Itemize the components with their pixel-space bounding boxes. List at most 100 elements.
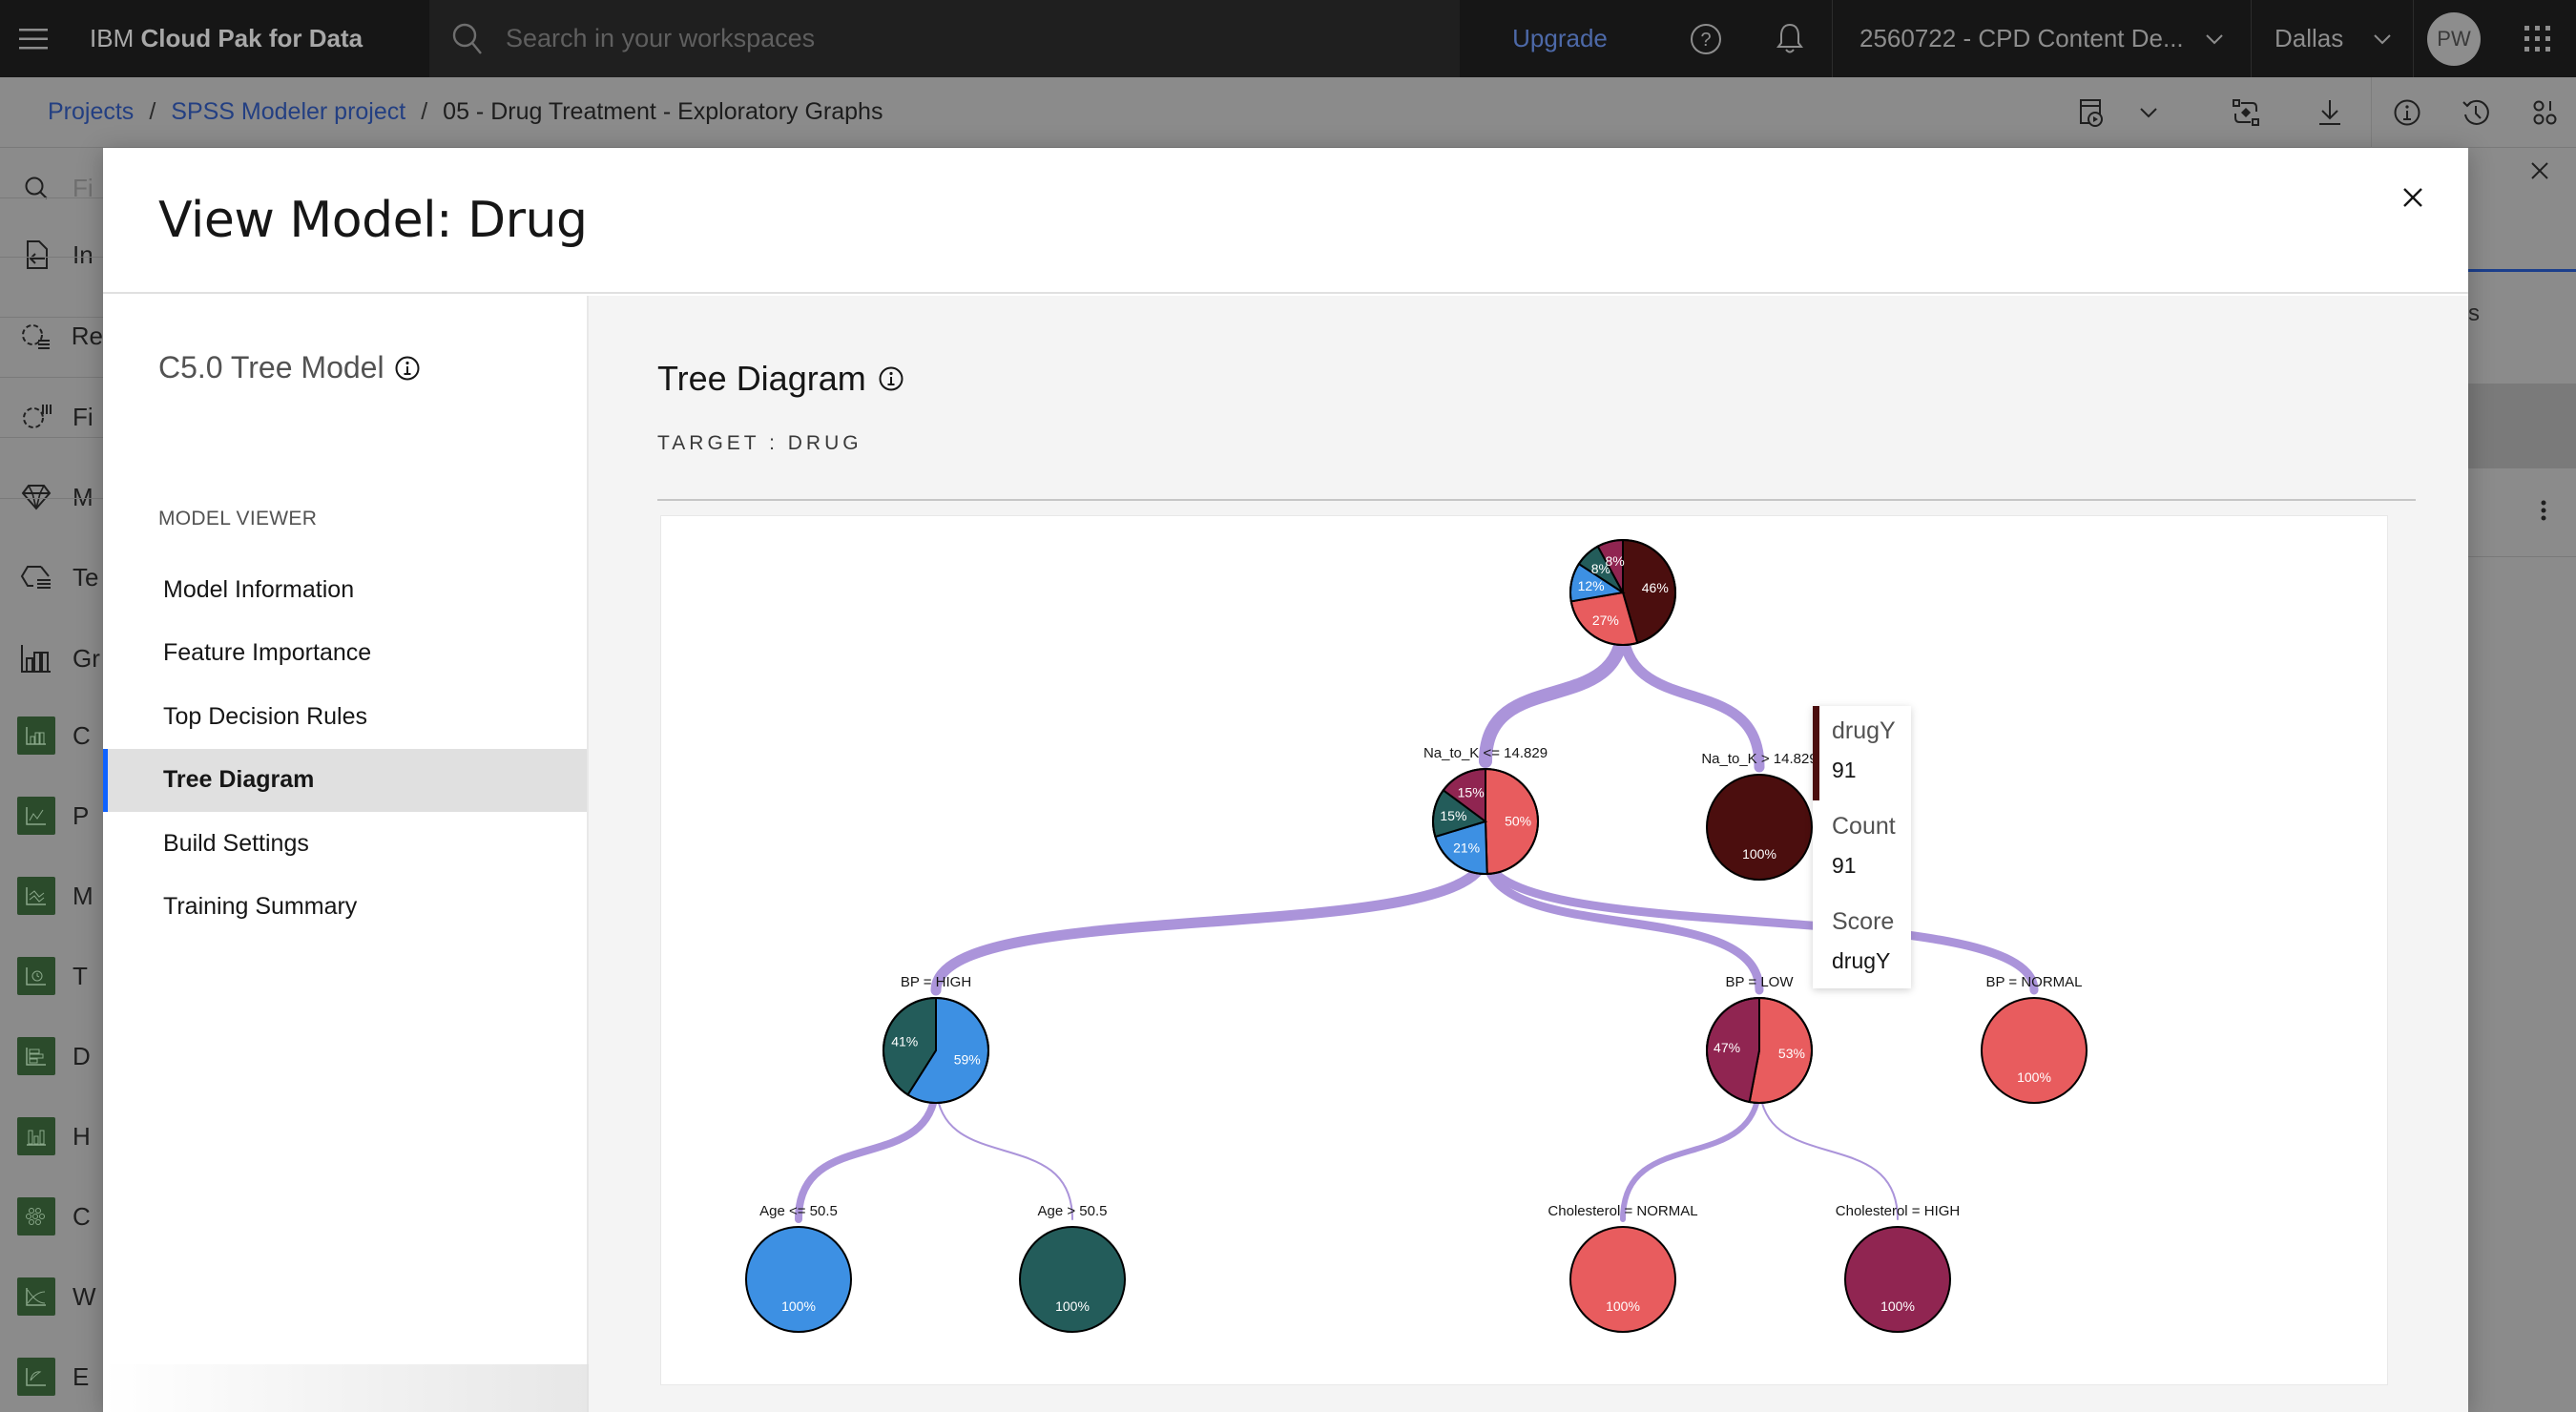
tree-edge-n6 (795, 1078, 940, 1223)
hamburger-menu-button[interactable] (0, 0, 67, 77)
text-analytics-icon (0, 563, 73, 592)
version-history-button[interactable] (2447, 77, 2504, 148)
nav-item-top-decision-rules[interactable]: Top Decision Rules (103, 685, 587, 749)
palette-node-multiplot[interactable]: M (0, 869, 103, 923)
palette-node-chart[interactable]: C (0, 709, 103, 762)
scroll-fade (103, 1364, 589, 1412)
tooltip-category-label: drugY (1832, 717, 1896, 744)
upgrade-link[interactable]: Upgrade (1460, 0, 1660, 77)
tooltip-score-label: Score (1832, 908, 1895, 935)
run-flow-button[interactable] (2063, 77, 2120, 148)
side-panel: s (2468, 148, 2576, 1412)
palette-category-text-analytics[interactable]: Te (0, 553, 103, 601)
user-avatar[interactable]: PW (2427, 12, 2481, 66)
multiplot-icon (17, 877, 55, 915)
pie-slice-drugX (1569, 1226, 1676, 1333)
breadcrumb-projects[interactable]: Projects (48, 98, 134, 126)
histogram-icon (17, 1117, 55, 1155)
product-name[interactable]: IBM Cloud Pak for Data (67, 24, 429, 53)
hamburger-menu-icon (19, 28, 48, 49)
region-switcher[interactable]: Dallas (2252, 0, 2414, 77)
breadcrumb-project[interactable]: SPSS Modeler project (171, 98, 405, 126)
nav-item-build-settings[interactable]: Build Settings (103, 812, 587, 876)
node-condition-label: Na_to_K <= 14.829 (1423, 745, 1548, 761)
model-flow-icon (2233, 99, 2259, 126)
section-title-label: Tree Diagram (657, 359, 866, 398)
modal-close-button[interactable] (2390, 175, 2436, 220)
account-switcher[interactable]: 2560722 - CPD Content De... (1832, 0, 2252, 77)
palette-node-collection[interactable]: C (0, 1190, 103, 1243)
help-icon: ? (1691, 23, 1721, 54)
tree-edge-n7 (935, 1081, 1073, 1220)
pie-slice-label: 100% (1880, 1298, 1915, 1314)
palette-label: D (73, 1041, 91, 1070)
tooltip-score-value: drugY (1832, 948, 1891, 973)
pie-slice-drugA (745, 1226, 852, 1333)
tree-node-n9[interactable]: Cholesterol = HIGH 100% (1836, 1203, 1960, 1333)
side-panel-row-selected[interactable] (2468, 384, 2576, 468)
palette-label: Te (73, 562, 99, 592)
tree-diagram-canvas[interactable]: 46% 27% 12% 8% 8% Na_to_K <= 14.829 50% 21% 15% 1… (660, 515, 2388, 1385)
model-type-label: C5.0 Tree Model (158, 350, 384, 384)
pie-slice-label: 47% (1714, 1040, 1740, 1055)
palette-node-distribution[interactable]: D (0, 1029, 103, 1083)
info-icon[interactable] (878, 365, 904, 392)
tree-edge-n2 (1617, 618, 1765, 773)
nav-item-tree-diagram[interactable]: Tree Diagram (103, 748, 587, 812)
palette-category-import[interactable]: In (0, 231, 103, 279)
palette-category-record-ops[interactable]: Re (0, 312, 103, 360)
palette-category-modeling[interactable]: M (0, 473, 103, 521)
node-condition-label: Age > 50.5 (1038, 1203, 1108, 1219)
tree-edge-n9 (1758, 1081, 1899, 1220)
info-icon[interactable] (394, 355, 421, 382)
graphs-icon (0, 643, 73, 674)
palette-node-time-plot[interactable]: T (0, 949, 103, 1003)
variables-button[interactable] (2517, 77, 2574, 148)
pie-slice-label: 100% (2017, 1069, 2051, 1085)
side-panel-label: s (2468, 301, 2480, 326)
download-button[interactable] (2301, 77, 2358, 148)
nav-item-training-summary[interactable]: Training Summary (103, 876, 587, 940)
palette-node-web[interactable]: W (0, 1270, 103, 1323)
info-icon (2394, 99, 2420, 126)
chevron-down-icon (2140, 108, 2157, 118)
divider (0, 437, 103, 438)
palette-category-graphs[interactable]: Gr (0, 634, 103, 682)
breadcrumb-separator: / (421, 98, 428, 125)
help-button[interactable]: ? (1664, 0, 1748, 77)
notifications-button[interactable] (1748, 0, 1832, 77)
pie-slice-label: 15% (1458, 785, 1485, 800)
node-palette: Fi In Re Fi M Te Gr C P M T D H C W E (0, 148, 103, 1412)
flow-properties-button[interactable] (2217, 77, 2275, 148)
palette-category-field-ops[interactable]: Fi (0, 393, 103, 441)
palette-node-evaluation[interactable]: E (0, 1350, 103, 1403)
side-panel-close-button[interactable] (2530, 161, 2549, 185)
pie-slice-label: 46% (1642, 580, 1669, 595)
pie-slice-label: 53% (1778, 1046, 1805, 1061)
palette-label: H (73, 1121, 91, 1151)
tree-node-n8[interactable]: Cholesterol = NORMAL 100% (1548, 1203, 1698, 1333)
nav-item-model-information[interactable]: Model Information (103, 558, 587, 622)
tooltip-count-label: Count (1832, 813, 1896, 840)
tree-node-root[interactable]: 46%27%12%8%8% (1569, 538, 1676, 646)
overflow-menu-button[interactable] (2540, 499, 2547, 527)
node-tooltip: drugY 91 Count 91 Score drugY (1813, 706, 1911, 988)
palette-node-plot[interactable]: P (0, 789, 103, 842)
app-switcher-button[interactable] (2509, 0, 2566, 77)
model-viewer-nav: C5.0 Tree Model MODEL VIEWER Model Infor… (103, 296, 589, 1412)
search-input[interactable]: Search in your workspaces (506, 24, 815, 53)
nav-item-feature-importance[interactable]: Feature Importance (103, 622, 587, 686)
category-color-swatch (1813, 706, 1819, 800)
diamond-icon (0, 484, 73, 510)
pie-slice-drugY (1706, 774, 1813, 881)
palette-node-histogram[interactable]: H (0, 1110, 103, 1163)
plot-icon (17, 797, 55, 835)
brand-name: Cloud Pak for Data (140, 24, 364, 52)
info-button[interactable] (2379, 77, 2436, 148)
palette-search[interactable]: Fi (0, 164, 103, 212)
nav-list: Model Information Feature Importance Top… (103, 558, 587, 939)
tree-node-n7[interactable]: Age > 50.5 100% (1019, 1203, 1126, 1333)
run-options-dropdown[interactable] (2120, 77, 2177, 148)
global-search[interactable]: Search in your workspaces (429, 0, 1460, 77)
divider (0, 257, 103, 258)
